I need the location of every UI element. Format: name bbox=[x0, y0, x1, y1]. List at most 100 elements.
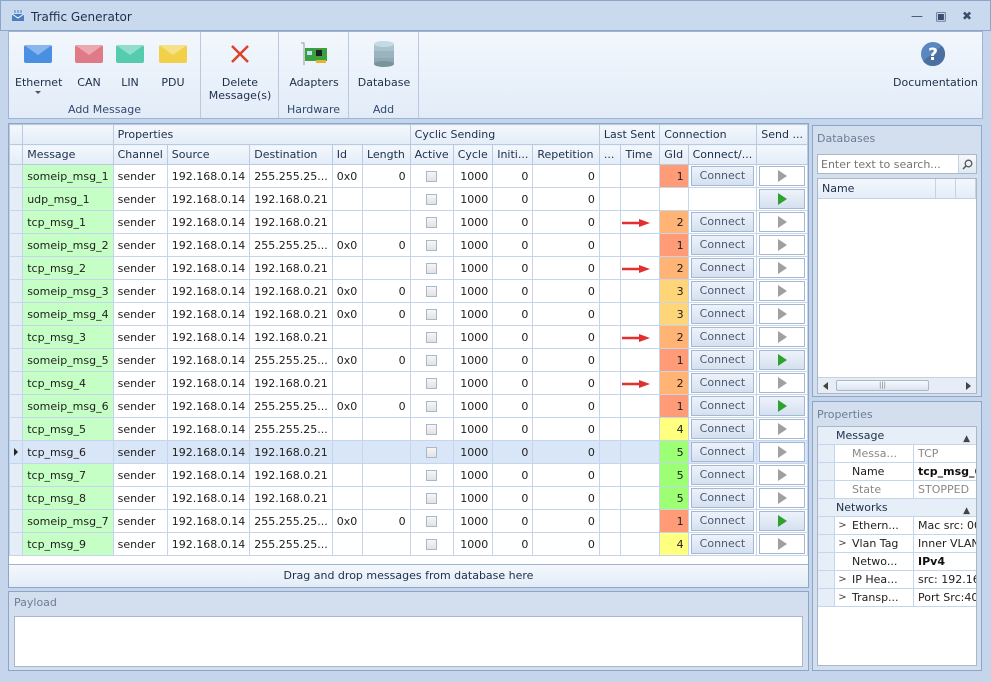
row-indicator[interactable] bbox=[9, 371, 24, 395]
property-value[interactable]: Inner VLAN: ... bbox=[914, 535, 976, 552]
column-header-connect[interactable]: Connect/... bbox=[687, 144, 758, 165]
connect-button[interactable]: Connect bbox=[690, 281, 755, 301]
scroll-right-icon[interactable] bbox=[966, 382, 971, 390]
pdu-button[interactable]: PDU bbox=[153, 38, 193, 89]
send-button[interactable] bbox=[759, 488, 805, 508]
table-row[interactable]: someip_msg_3 sender 192.168.0.14 192.168.0.… bbox=[9, 279, 808, 303]
payload-input[interactable] bbox=[14, 616, 803, 667]
expand-icon[interactable]: > bbox=[834, 517, 850, 534]
column-header-gid[interactable]: GId bbox=[659, 144, 689, 165]
row-indicator[interactable] bbox=[9, 302, 24, 326]
column-header-channel[interactable]: Channel bbox=[112, 144, 168, 165]
column-header-send[interactable] bbox=[756, 144, 808, 165]
send-button[interactable] bbox=[759, 212, 805, 232]
send-button[interactable] bbox=[759, 258, 805, 278]
property-row[interactable]: >Transp... Port Src:404... bbox=[818, 589, 976, 607]
send-button[interactable] bbox=[759, 396, 805, 416]
row-indicator[interactable] bbox=[9, 325, 24, 349]
table-row[interactable]: someip_msg_1 sender 192.168.0.14 255.255.25… bbox=[9, 164, 808, 188]
row-indicator[interactable] bbox=[9, 348, 24, 372]
active-checkbox[interactable] bbox=[426, 217, 438, 228]
table-row[interactable]: tcp_msg_1 sender 192.168.0.14 192.168.0.21 1… bbox=[9, 210, 808, 234]
table-row[interactable]: someip_msg_6 sender 192.168.0.14 255.255.25… bbox=[9, 394, 808, 418]
property-value[interactable]: STOPPED bbox=[914, 481, 976, 498]
connect-button[interactable]: Connect bbox=[690, 212, 755, 232]
row-indicator[interactable] bbox=[9, 256, 24, 280]
table-row[interactable]: tcp_msg_5 sender 192.168.0.14 255.255.25...… bbox=[9, 417, 808, 441]
connect-button[interactable]: Connect bbox=[690, 235, 755, 255]
send-button[interactable] bbox=[759, 419, 805, 439]
table-row[interactable]: tcp_msg_4 sender 192.168.0.14 192.168.0.21 1… bbox=[9, 371, 808, 395]
connect-button[interactable]: Connect bbox=[690, 396, 755, 416]
property-row[interactable]: Messa... TCP bbox=[818, 445, 976, 463]
scroll-left-icon[interactable] bbox=[823, 382, 828, 390]
active-checkbox[interactable] bbox=[426, 539, 438, 550]
property-category[interactable]: Networks ▲ bbox=[818, 499, 976, 517]
column-header-last-sent-extra[interactable]: ... bbox=[598, 144, 622, 165]
property-value[interactable]: IPv4 bbox=[914, 553, 976, 570]
active-checkbox[interactable] bbox=[426, 470, 438, 481]
column-header-active[interactable]: Active bbox=[409, 144, 454, 165]
connect-button[interactable]: Connect bbox=[690, 258, 755, 278]
row-indicator[interactable] bbox=[9, 187, 24, 211]
active-checkbox[interactable] bbox=[426, 332, 438, 343]
active-checkbox[interactable] bbox=[426, 493, 438, 504]
column-header-time[interactable]: Time bbox=[620, 144, 661, 165]
documentation-button[interactable]: ? Documentation bbox=[893, 38, 978, 89]
send-button[interactable] bbox=[759, 534, 805, 554]
active-checkbox[interactable] bbox=[426, 263, 438, 274]
column-header-name[interactable]: Name bbox=[818, 179, 936, 198]
expand-icon[interactable]: > bbox=[834, 535, 850, 552]
expand-icon[interactable]: > bbox=[834, 589, 850, 606]
column-header-cycle[interactable]: Cycle bbox=[452, 144, 494, 165]
scroll-thumb[interactable]: ||| bbox=[836, 380, 929, 391]
active-checkbox[interactable] bbox=[426, 355, 438, 366]
table-row[interactable]: someip_msg_2 sender 192.168.0.14 255.255.25… bbox=[9, 233, 808, 257]
minimize-button[interactable]: — bbox=[909, 9, 925, 23]
horizontal-scrollbar[interactable]: ||| bbox=[818, 377, 976, 393]
column-header-source[interactable]: Source bbox=[166, 144, 251, 165]
ethernet-button[interactable]: Ethernet bbox=[15, 38, 62, 94]
connect-button[interactable]: Connect bbox=[690, 442, 755, 462]
column-header-length[interactable]: Length bbox=[361, 144, 411, 165]
column-header-destination[interactable]: Destination bbox=[249, 144, 333, 165]
active-checkbox[interactable] bbox=[426, 516, 438, 527]
active-checkbox[interactable] bbox=[426, 171, 438, 182]
table-row[interactable]: udp_msg_1 sender 192.168.0.14 192.168.0.21 1… bbox=[9, 187, 808, 211]
active-checkbox[interactable] bbox=[426, 378, 438, 389]
connect-button[interactable]: Connect bbox=[690, 511, 755, 531]
active-checkbox[interactable] bbox=[426, 286, 438, 297]
send-button[interactable] bbox=[759, 327, 805, 347]
send-button[interactable] bbox=[759, 166, 805, 186]
delete-messages-button[interactable]: Delete Message(s) bbox=[205, 38, 275, 102]
connect-button[interactable]: Connect bbox=[690, 534, 755, 554]
property-row[interactable]: Name tcp_msg_6 bbox=[818, 463, 976, 481]
property-category[interactable]: Message ▲ bbox=[818, 427, 976, 445]
row-indicator[interactable] bbox=[9, 279, 24, 303]
collapse-icon[interactable]: ▲ bbox=[963, 503, 970, 520]
active-checkbox[interactable] bbox=[426, 309, 438, 320]
connect-button[interactable]: Connect bbox=[690, 166, 755, 186]
row-indicator[interactable] bbox=[9, 394, 24, 418]
lin-button[interactable]: LIN bbox=[111, 38, 149, 89]
column-header-extra-2[interactable] bbox=[956, 179, 976, 198]
table-row[interactable]: tcp_msg_8 sender 192.168.0.14 192.168.0.21 1… bbox=[9, 486, 808, 510]
row-indicator[interactable] bbox=[9, 417, 24, 441]
column-header-extra-1[interactable] bbox=[936, 179, 956, 198]
table-row[interactable]: tcp_msg_7 sender 192.168.0.14 192.168.0.21 1… bbox=[9, 463, 808, 487]
send-button[interactable] bbox=[759, 442, 805, 462]
column-header-repetition[interactable]: Repetition bbox=[532, 144, 600, 165]
row-indicator[interactable] bbox=[9, 440, 24, 464]
active-checkbox[interactable] bbox=[426, 194, 438, 205]
property-row[interactable]: >IP Hea...src: 192.168... bbox=[818, 571, 976, 589]
active-checkbox[interactable] bbox=[426, 240, 438, 251]
send-button[interactable] bbox=[759, 465, 805, 485]
row-indicator[interactable] bbox=[9, 486, 24, 510]
send-button[interactable] bbox=[759, 235, 805, 255]
connect-button[interactable]: Connect bbox=[690, 350, 755, 370]
property-row[interactable]: >Ethern...Mac src: 00:... bbox=[818, 517, 976, 535]
database-button[interactable]: Database bbox=[355, 38, 413, 89]
property-row[interactable]: Netwo... IPv4 bbox=[818, 553, 976, 571]
send-button[interactable] bbox=[759, 373, 805, 393]
send-button[interactable] bbox=[759, 511, 805, 531]
